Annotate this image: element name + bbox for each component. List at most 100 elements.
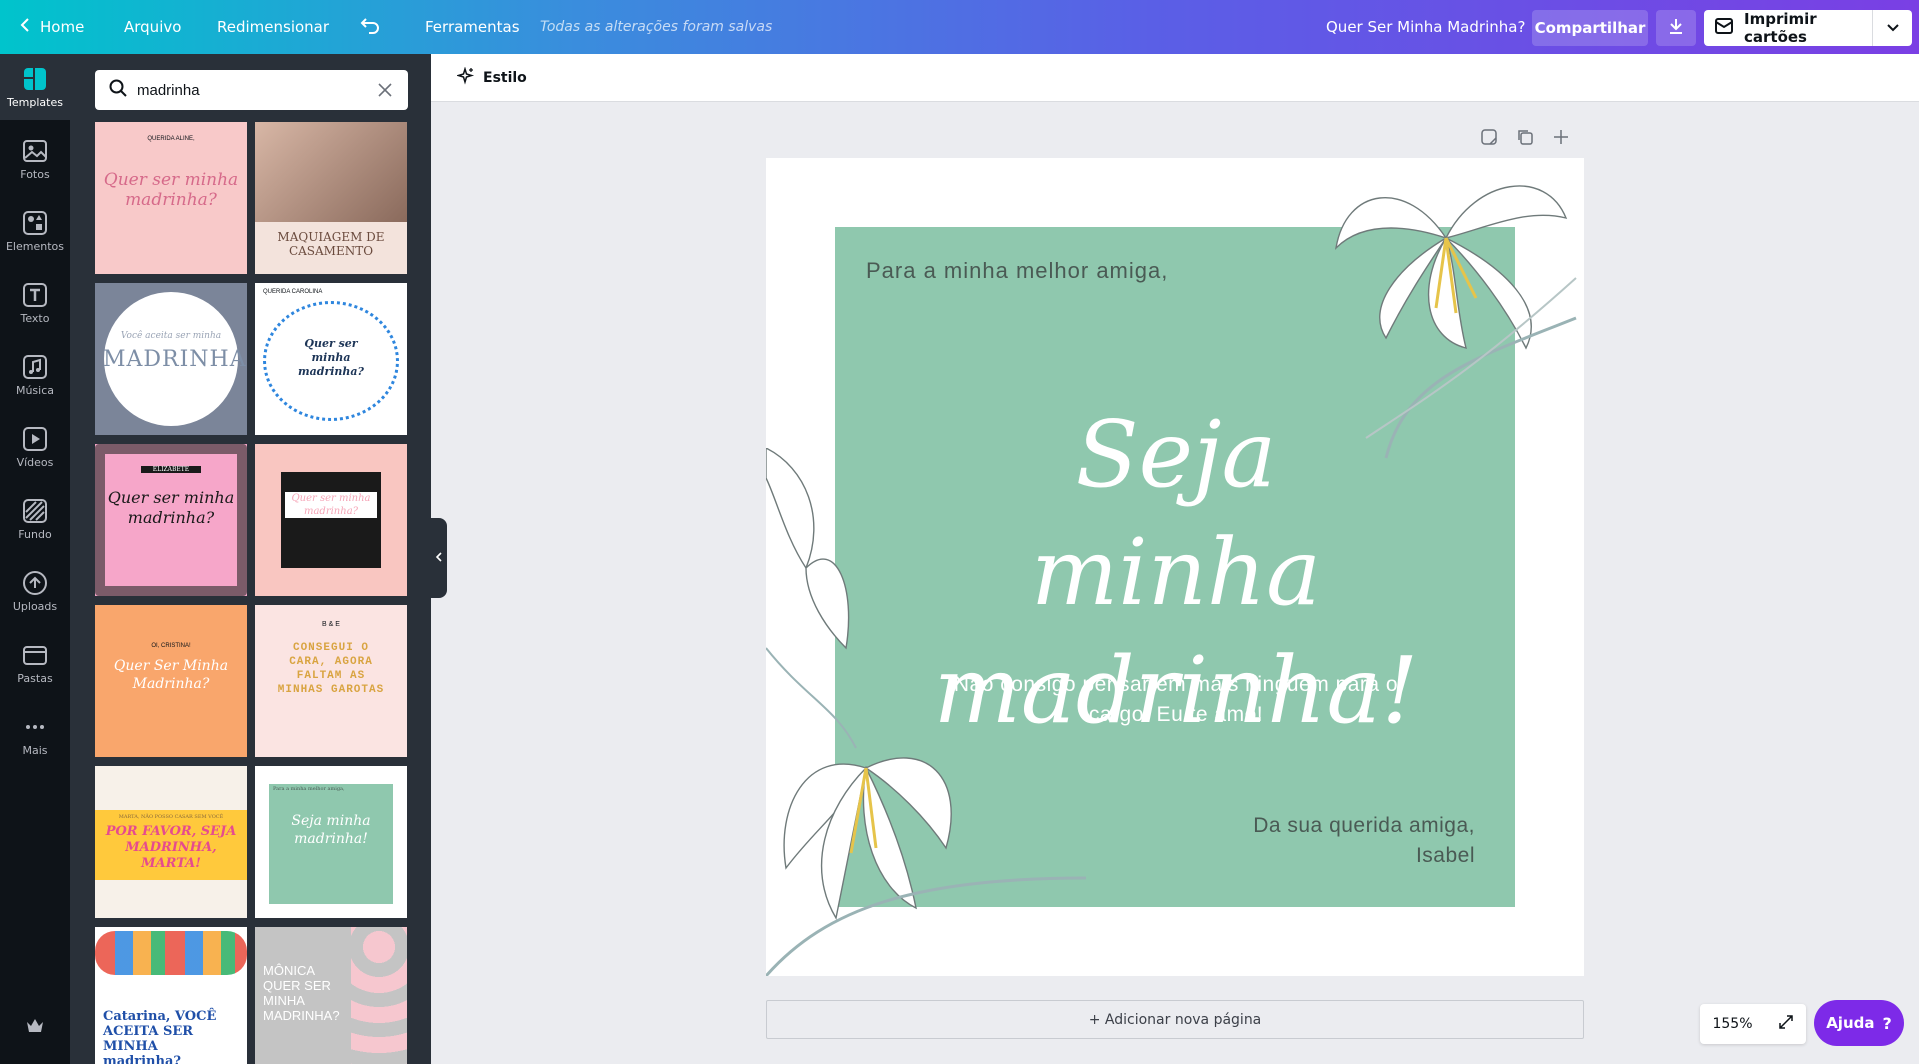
template-thumb-subtitle: B & E — [322, 621, 340, 628]
download-button[interactable] — [1656, 10, 1696, 46]
template-thumbnail[interactable]: Quer ser minha madrinha? — [255, 444, 407, 596]
home-button[interactable]: Home — [20, 0, 84, 54]
template-thumbnail[interactable]: ELIZABETE Quer ser minha madrinha? — [95, 444, 247, 596]
template-thumb-title: MÔNICA QUER SER MINHA MADRINHA? — [263, 963, 340, 1023]
print-icon — [1714, 16, 1734, 40]
nav-photos[interactable]: Fotos — [0, 126, 70, 192]
template-thumb-title: Quer Ser Minha Madrinha? — [113, 658, 229, 692]
template-thumb-title: Quer ser minha madrinha? — [285, 492, 377, 518]
nav-text[interactable]: Texto — [0, 270, 70, 336]
template-thumbnail[interactable]: QUERIDA CAROLINA Quer ser minha madrinha… — [255, 283, 407, 435]
background-icon — [23, 498, 47, 523]
add-icon[interactable] — [1552, 128, 1570, 146]
nav-background[interactable]: Fundo — [0, 486, 70, 552]
flower-garland — [95, 931, 247, 975]
nav-videos-label: Vídeos — [16, 455, 54, 469]
tools-menu[interactable]: Ferramentas — [425, 0, 520, 54]
add-page-button[interactable]: + Adicionar nova página — [766, 1000, 1584, 1039]
collapse-panel-button[interactable] — [431, 518, 447, 598]
search-box[interactable] — [95, 70, 408, 110]
page-tools — [1480, 128, 1570, 146]
print-cards-button[interactable]: Imprimir cartões — [1704, 10, 1872, 46]
template-thumb-title: MADRINHA? — [103, 347, 247, 372]
template-thumb-subtitle: ELIZABETE — [141, 466, 201, 473]
bride-photo — [255, 122, 407, 222]
nav-elements-label: Elementos — [5, 239, 64, 253]
undo-icon — [360, 16, 380, 38]
nav-music[interactable]: Música — [0, 342, 70, 408]
nav-folders-label: Pastas — [17, 671, 53, 685]
style-label: Estilo — [483, 70, 527, 86]
design-title[interactable]: Quer Ser Minha Madrinha? — [1326, 0, 1525, 54]
template-thumbnail[interactable]: QUERIDA ALINE, Quer ser minha madrinha? — [95, 122, 247, 274]
share-button[interactable]: Compartilhar — [1532, 10, 1648, 46]
photos-icon — [23, 139, 47, 162]
template-thumb-title: Catarina, VOCÊ ACEITA SER MINHA madrinha… — [103, 1009, 217, 1064]
nav-uploads[interactable]: Uploads — [0, 558, 70, 624]
print-label: Imprimir cartões — [1744, 10, 1817, 46]
music-icon — [23, 354, 47, 379]
template-thumbnail[interactable]: MAQUIAGEM DE CASAMENTO — [255, 122, 407, 274]
more-icon — [26, 724, 44, 729]
template-thumb-title: Quer ser minha madrinha? — [298, 337, 364, 378]
sparkle-icon — [455, 66, 475, 89]
template-thumbnail[interactable]: MÔNICA QUER SER MINHA MADRINHA? — [255, 927, 407, 1064]
design-canvas[interactable]: Para a minha melhor amiga, Seja minha ma… — [766, 158, 1584, 976]
style-toolbar: Estilo — [431, 54, 1919, 102]
nav-photos-label: Fotos — [20, 167, 50, 181]
template-thumbnail[interactable]: Para a minha melhor amiga, Seja minha ma… — [255, 766, 407, 918]
template-thumb-title: Quer ser minha madrinha? — [107, 488, 235, 527]
download-icon — [1667, 17, 1685, 39]
template-thumb-title: Quer ser minha madrinha? — [103, 170, 239, 210]
greeting-text[interactable]: Para a minha melhor amiga, — [866, 258, 1168, 284]
signature-line-1[interactable]: Da sua querida amiga, — [1166, 814, 1475, 838]
template-thumbnail[interactable]: B & E CONSEGUI O CARA, AGORA FALTAM AS M… — [255, 605, 407, 757]
nav-background-label: Fundo — [18, 527, 52, 541]
file-menu[interactable]: Arquivo — [124, 0, 181, 54]
duplicate-icon[interactable] — [1516, 128, 1534, 146]
search-icon — [109, 79, 127, 101]
body-text[interactable]: Não consigo pensar em mais ninguém para … — [936, 670, 1416, 730]
chevron-left-icon — [20, 17, 30, 37]
template-thumb-title: POR FAVOR, SEJA MADRINHA, MARTA! — [105, 824, 237, 871]
left-navigation: Templates Fotos Elementos Texto Música V… — [0, 54, 70, 1064]
note-icon[interactable] — [1480, 128, 1498, 146]
close-icon[interactable] — [376, 81, 394, 99]
zoom-level[interactable]: 155% — [1712, 1016, 1752, 1032]
top-toolbar: Home Arquivo Redimensionar Ferramentas T… — [0, 0, 1919, 54]
help-button[interactable]: Ajuda ? — [1814, 1000, 1904, 1046]
undo-button[interactable] — [360, 0, 380, 54]
fullscreen-icon[interactable] — [1778, 1014, 1794, 1034]
nav-elements[interactable]: Elementos — [0, 198, 70, 264]
template-thumbnail[interactable]: Catarina, VOCÊ ACEITA SER MINHA madrinha… — [95, 927, 247, 1064]
print-options-button[interactable] — [1872, 10, 1912, 46]
help-question-mark: ? — [1882, 1013, 1892, 1033]
nav-music-label: Música — [15, 383, 55, 397]
crown-icon[interactable] — [25, 1016, 45, 1036]
signature-line-2[interactable]: Isabel — [1166, 844, 1475, 868]
chevron-down-icon — [1886, 19, 1900, 37]
nav-videos[interactable]: Vídeos — [0, 414, 70, 480]
template-thumb-title: CONSEGUI O CARA, AGORA FALTAM AS MINHAS … — [277, 642, 385, 696]
nav-more[interactable]: Mais — [0, 702, 70, 768]
template-thumb-subtitle: Para a minha melhor amiga, — [273, 786, 345, 792]
zoom-control[interactable]: 155% — [1700, 1004, 1806, 1044]
help-label: Ajuda — [1826, 1014, 1875, 1032]
templates-icon — [24, 67, 46, 90]
thumb-dark-card — [281, 472, 381, 568]
video-icon — [23, 426, 47, 451]
nav-folders[interactable]: Pastas — [0, 630, 70, 696]
template-thumbnail[interactable]: MARTA, NÃO POSSO CASAR SEM VOCÊ POR FAVO… — [95, 766, 247, 918]
style-button[interactable]: Estilo — [449, 62, 535, 94]
template-thumb-subtitle: MARTA, NÃO POSSO CASAR SEM VOCÊ — [118, 814, 224, 820]
nav-templates-label: Templates — [7, 95, 63, 109]
upload-icon — [23, 570, 47, 595]
template-thumb-subtitle: QUERIDA CAROLINA — [263, 289, 323, 295]
resize-menu[interactable]: Redimensionar — [217, 0, 329, 54]
template-thumbnail[interactable]: Você aceita ser minha MADRINHA? — [95, 283, 247, 435]
search-input[interactable] — [137, 81, 357, 99]
nav-templates[interactable]: Templates — [0, 54, 70, 120]
template-thumb-title: Seja minha madrinha! — [291, 813, 371, 847]
nav-text-label: Texto — [20, 311, 50, 325]
template-thumbnail[interactable]: OI, CRISTINA! Quer Ser Minha Madrinha? — [95, 605, 247, 757]
